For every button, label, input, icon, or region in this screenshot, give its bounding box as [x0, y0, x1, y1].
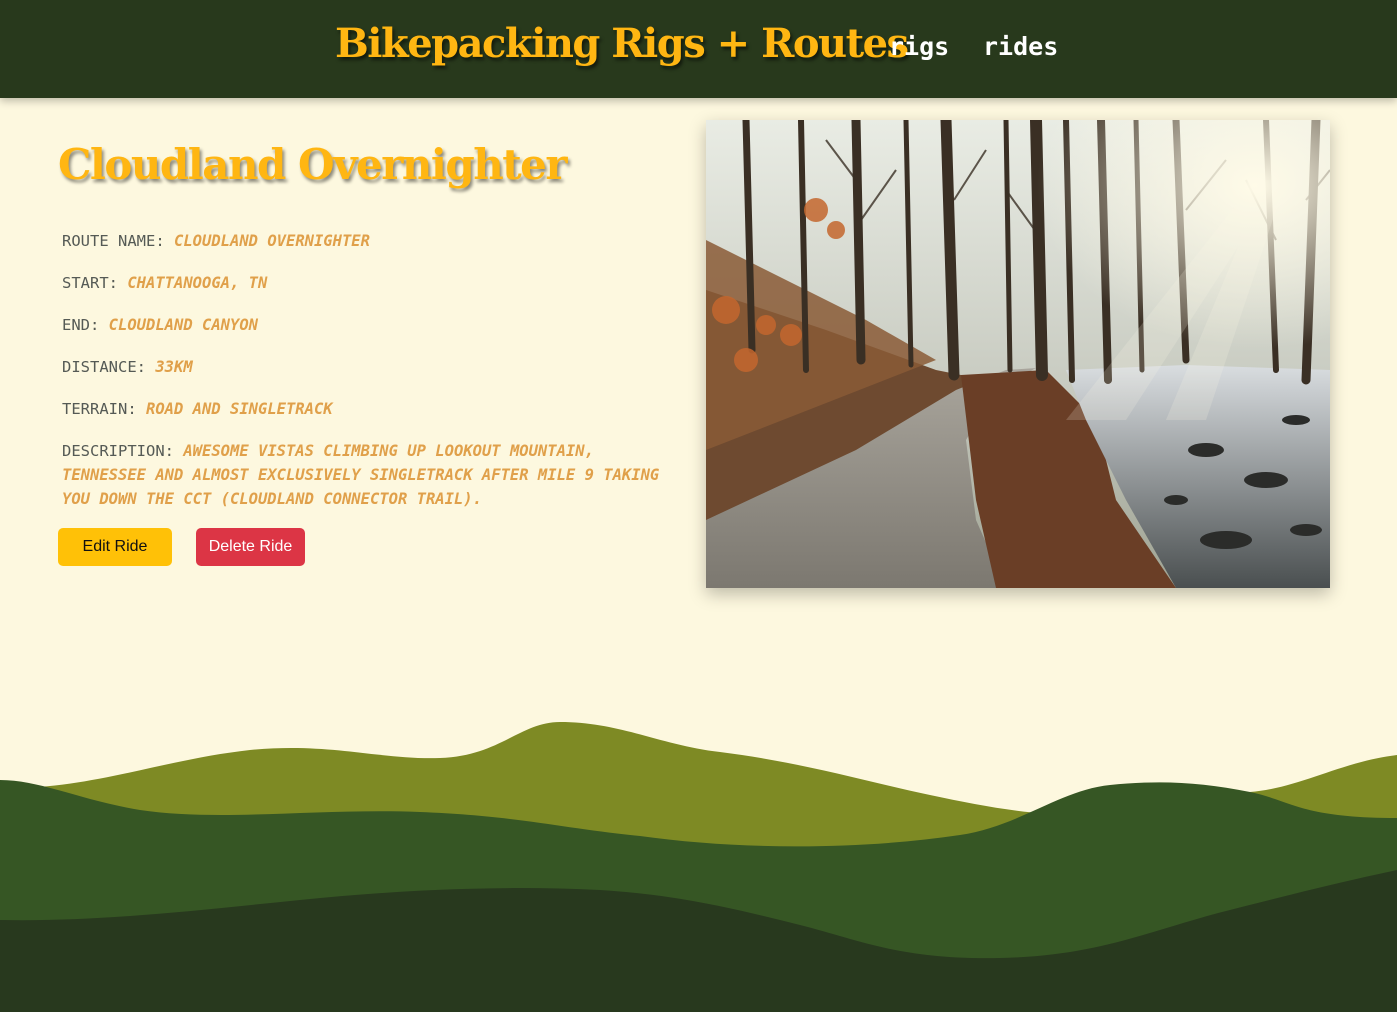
detail-label: Route Name:	[62, 232, 165, 250]
edit-ride-button[interactable]: Edit Ride	[58, 528, 172, 566]
detail-description: Description: Awesome vistas climbing up …	[62, 439, 682, 511]
detail-label: Distance:	[62, 358, 146, 376]
detail-end: End: Cloudland Canyon	[62, 313, 682, 337]
mountain-hills-icon	[0, 722, 1397, 1012]
detail-distance: Distance: 33km	[62, 355, 682, 379]
ride-details: Route Name: Cloudland Overnighter Start:…	[62, 229, 682, 529]
detail-label: Start:	[62, 274, 118, 292]
detail-route-name: Route Name: Cloudland Overnighter	[62, 229, 682, 253]
detail-value: Chattanooga, TN	[127, 274, 268, 292]
delete-ride-button[interactable]: Delete Ride	[196, 528, 305, 566]
detail-value: road and singletrack	[146, 400, 333, 418]
detail-value: Cloudland Overnighter	[174, 232, 370, 250]
ride-photo	[706, 120, 1330, 588]
forest-road-photo-icon	[706, 120, 1330, 588]
detail-value: 33km	[155, 358, 193, 376]
detail-label: Description:	[62, 442, 174, 460]
detail-label: Terrain:	[62, 400, 137, 418]
detail-value: Cloudland Canyon	[108, 316, 258, 334]
brand-title[interactable]: Bikepacking Rigs + Routes	[335, 20, 909, 67]
nav-link-rides[interactable]: rides	[983, 32, 1058, 61]
ride-title: Cloudland Overnighter	[58, 140, 567, 189]
detail-terrain: Terrain: road and singletrack	[62, 397, 682, 421]
navbar: Bikepacking Rigs + Routes rigs rides	[0, 0, 1397, 98]
detail-start: Start: Chattanooga, TN	[62, 271, 682, 295]
detail-label: End:	[62, 316, 100, 334]
nav-link-rigs[interactable]: rigs	[889, 32, 949, 61]
